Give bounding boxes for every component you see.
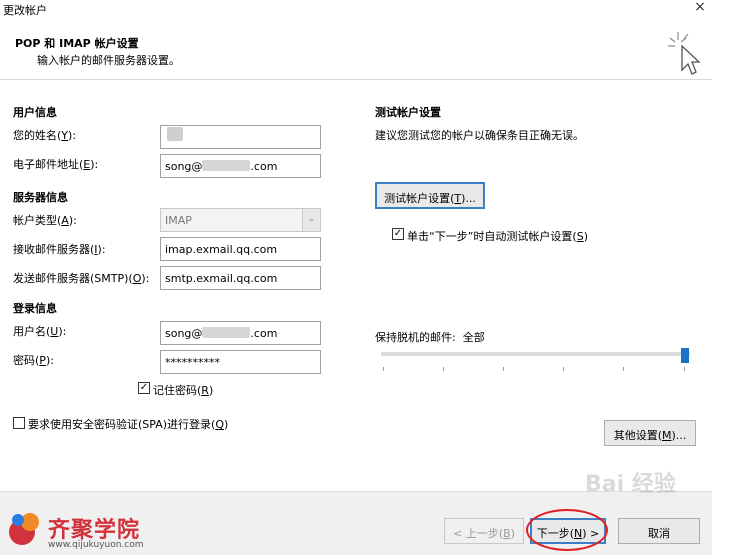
username-label: 用户名(U): [13, 325, 67, 338]
offline-slider-track[interactable] [381, 352, 690, 356]
redacted-name [167, 127, 183, 141]
slider-tick [503, 367, 504, 371]
offline-slider-thumb[interactable] [681, 348, 689, 363]
section-server-info: 服务器信息 [13, 191, 68, 204]
cancel-button[interactable]: 取消 [618, 518, 700, 544]
highlight-ring [526, 509, 608, 551]
section-user-info: 用户信息 [13, 106, 57, 119]
test-description: 建议您测试您的帐户以确保条目正确无误。 [375, 129, 584, 142]
email-label: 电子邮件地址(E): [13, 158, 99, 171]
page-subtitle: 输入帐户的邮件服务器设置。 [37, 54, 180, 67]
side-margin [712, 18, 733, 555]
password-input[interactable]: ********** [160, 350, 321, 374]
logo-icon [9, 513, 39, 545]
name-label: 您的姓名(Y): [13, 129, 77, 142]
title-bar [0, 0, 733, 18]
name-input[interactable] [160, 125, 321, 149]
logo-url: www.qijukuyuon.com [48, 540, 144, 550]
incoming-server-input[interactable]: imap.exmail.qq.com [160, 237, 321, 261]
page-title: POP 和 IMAP 帐户设置 [15, 37, 139, 50]
cursor-sparkle-icon [668, 32, 701, 75]
chevron-down-icon: ⌄ [302, 209, 320, 231]
remember-password-label: 记住密码(R) [153, 384, 214, 397]
password-label: 密码(P): [13, 354, 54, 367]
slider-tick [383, 367, 384, 371]
auto-test-label: 单击“下一步”时自动测试帐户设置(S) [407, 230, 588, 243]
username-input[interactable]: song@ .com [160, 321, 321, 345]
incoming-server-label: 接收邮件服务器(I): [13, 243, 106, 256]
close-icon[interactable]: × [690, 0, 710, 16]
offline-mail-label: 保持脱机的邮件: 全部 [375, 331, 485, 344]
redacted-domain [202, 327, 251, 338]
slider-tick [684, 367, 685, 371]
outgoing-server-input[interactable]: smtp.exmail.qq.com [160, 266, 321, 290]
watermark: Bai 经验 [585, 472, 676, 497]
section-test-settings: 测试帐户设置 [375, 106, 441, 119]
email-input[interactable]: song@ .com [160, 154, 321, 178]
spa-label: 要求使用安全密码验证(SPA)进行登录(Q) [28, 418, 229, 431]
account-type-select[interactable]: IMAP ⌄ [160, 208, 321, 232]
auto-test-checkbox[interactable]: ✓ [392, 228, 404, 240]
redacted-domain [202, 160, 251, 171]
outgoing-server-label: 发送邮件服务器(SMTP)(O): [13, 272, 150, 285]
window-title: 更改帐户 [3, 4, 47, 17]
slider-tick [443, 367, 444, 371]
slider-tick [623, 367, 624, 371]
remember-password-checkbox[interactable]: ✓ [138, 382, 150, 394]
back-button[interactable]: < 上一步(B) [444, 518, 524, 544]
more-settings-button[interactable]: 其他设置(M)... [604, 420, 696, 446]
spa-checkbox[interactable] [13, 417, 25, 429]
section-login-info: 登录信息 [13, 302, 57, 315]
account-type-label: 帐户类型(A): [13, 214, 77, 227]
slider-tick [563, 367, 564, 371]
test-account-button[interactable]: 测试帐户设置(T)... [375, 182, 485, 209]
